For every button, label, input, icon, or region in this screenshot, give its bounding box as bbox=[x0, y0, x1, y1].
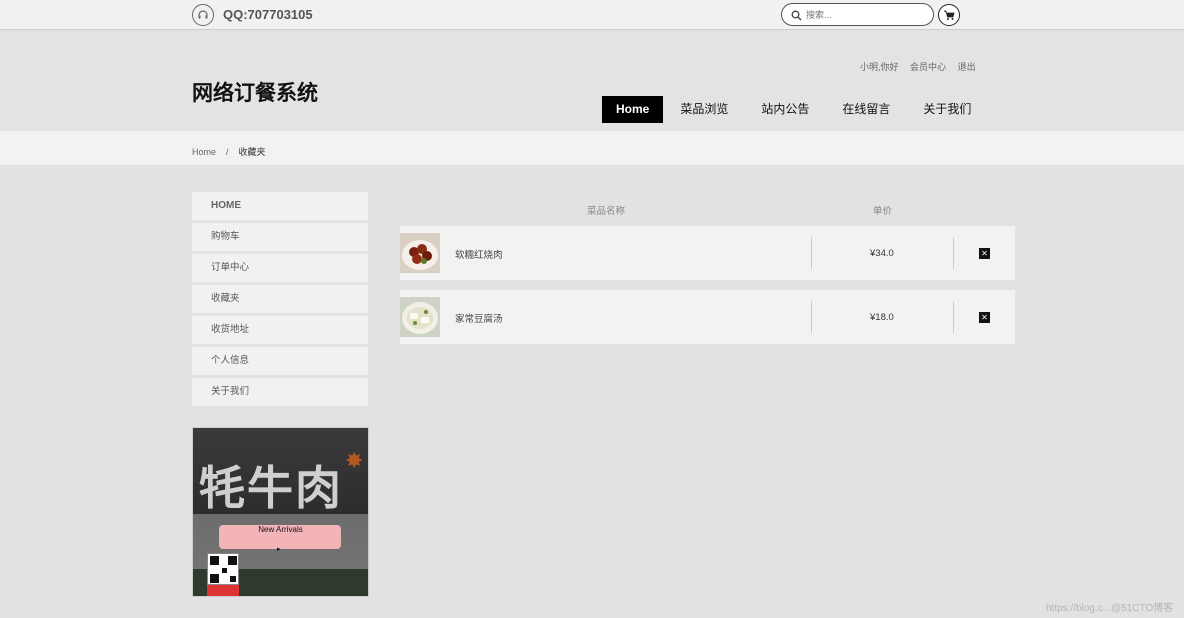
promo-caption: New Arrivals bbox=[258, 525, 303, 534]
header-dish-name: 菜品名称 bbox=[587, 206, 626, 217]
search-icon bbox=[791, 8, 802, 26]
nav-announcements[interactable]: 站内公告 bbox=[745, 96, 825, 123]
sidebar: HOME 购物车 订单中心 收藏夹 收货地址 个人信息 关于我们 bbox=[192, 192, 368, 409]
search-box[interactable] bbox=[781, 3, 934, 26]
sidebar-item-profile[interactable]: 个人信息 bbox=[192, 347, 368, 375]
promo-banner[interactable]: 牦牛肉 ✸ New Arrivals ▸ bbox=[192, 427, 369, 597]
nav-messages[interactable]: 在线留言 bbox=[826, 96, 906, 123]
nav-home[interactable]: Home bbox=[602, 96, 664, 123]
main-nav: Home 菜品浏览 站内公告 在线留言 关于我们 bbox=[602, 96, 988, 123]
headset-icon bbox=[192, 4, 214, 26]
column-divider bbox=[811, 237, 812, 269]
dish-thumbnail[interactable] bbox=[400, 297, 440, 337]
qr-code-icon bbox=[207, 553, 239, 585]
dish-name[interactable]: 家常豆腐汤 bbox=[455, 311, 503, 325]
breadcrumb-current: 收藏夹 bbox=[238, 147, 266, 157]
logout-link[interactable]: 退出 bbox=[958, 62, 976, 72]
sidebar-item-orders[interactable]: 订单中心 bbox=[192, 254, 368, 282]
search-input[interactable] bbox=[806, 7, 926, 22]
breadcrumb: Home / 收藏夹 bbox=[192, 145, 266, 158]
column-divider bbox=[953, 301, 954, 333]
sidebar-item-about[interactable]: 关于我们 bbox=[192, 378, 368, 406]
dish-price: ¥34.0 bbox=[870, 248, 894, 259]
column-divider bbox=[811, 301, 812, 333]
caret-right-icon: ▸ bbox=[277, 546, 281, 553]
column-divider bbox=[953, 237, 954, 269]
remove-icon[interactable]: ✕ bbox=[979, 248, 990, 259]
sidebar-item-home[interactable]: HOME bbox=[192, 192, 368, 220]
qq-contact: QQ:707703105 bbox=[223, 7, 313, 22]
cart-icon[interactable] bbox=[938, 4, 960, 26]
dish-thumbnail[interactable] bbox=[400, 233, 440, 273]
user-links: 小明,你好 会员中心 退出 bbox=[860, 60, 985, 73]
site-header: 网络订餐系统 小明,你好 会员中心 退出 Home 菜品浏览 站内公告 在线留言… bbox=[0, 31, 1184, 131]
promo-red-tag bbox=[207, 585, 239, 596]
table-row: 软糯红烧肉 ¥34.0 ✕ bbox=[400, 226, 1015, 280]
star-anise-icon: ✸ bbox=[345, 448, 364, 473]
member-center-link[interactable]: 会员中心 bbox=[910, 62, 946, 72]
header-price: 单价 bbox=[873, 206, 893, 217]
breadcrumb-home[interactable]: Home bbox=[192, 147, 216, 157]
nav-about[interactable]: 关于我们 bbox=[907, 96, 987, 123]
nav-menu-browse[interactable]: 菜品浏览 bbox=[664, 96, 744, 123]
sidebar-item-address[interactable]: 收货地址 bbox=[192, 316, 368, 344]
user-greeting-link[interactable]: 小明,你好 bbox=[860, 62, 899, 72]
top-bar: QQ:707703105 bbox=[0, 0, 1184, 30]
sidebar-item-favorites[interactable]: 收藏夹 bbox=[192, 285, 368, 313]
watermark: https://blog.c...@51CTO博客 bbox=[1046, 603, 1174, 614]
sidebar-item-cart[interactable]: 购物车 bbox=[192, 223, 368, 251]
table-row: 家常豆腐汤 ¥18.0 ✕ bbox=[400, 290, 1015, 344]
site-logo[interactable]: 网络订餐系统 bbox=[192, 77, 318, 107]
breadcrumb-bar: Home / 收藏夹 bbox=[0, 131, 1184, 165]
remove-icon[interactable]: ✕ bbox=[979, 312, 990, 323]
dish-name[interactable]: 软糯红烧肉 bbox=[455, 247, 503, 261]
promo-title: 牦牛肉 bbox=[199, 461, 343, 515]
breadcrumb-separator: / bbox=[226, 147, 229, 157]
dish-price: ¥18.0 bbox=[870, 312, 894, 323]
